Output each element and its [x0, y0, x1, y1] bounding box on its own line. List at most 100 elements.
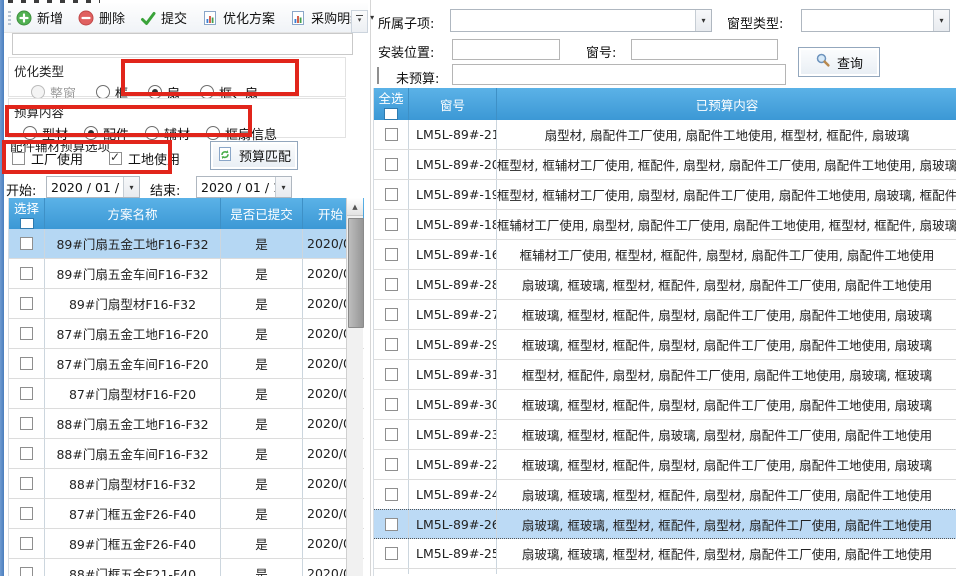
scrollbar-thumb[interactable]	[348, 218, 364, 328]
chevron-down-icon[interactable]: ▾	[275, 177, 291, 197]
start-date-picker[interactable]: 2020 / 01 / 1 ▾	[46, 176, 140, 198]
chevron-down-icon[interactable]: ▾	[123, 177, 139, 197]
row-checkbox[interactable]	[20, 507, 33, 520]
plan-table-row[interactable]: 88#门扇型材F16-F32 是 2020/0	[9, 469, 364, 499]
budget-table-row[interactable]: LM5L-89#-28F26 扇玻璃, 框玻璃, 框型材, 框配件, 扇型材, …	[374, 270, 956, 300]
query-button[interactable]: 查询	[798, 47, 880, 77]
plan-table-header: 选择 方案名称 是否已提交 开始	[9, 198, 364, 229]
radio-icon	[145, 126, 159, 140]
row-checkbox[interactable]	[20, 327, 33, 340]
plan-filter-input[interactable]	[12, 33, 353, 55]
budget-table-row[interactable]: LM5L-89#-18F16 框辅材工厂使用, 扇型材, 扇配件工厂使用, 扇配…	[374, 210, 956, 240]
plan-table-row[interactable]: 89#门扇型材F16-F32 是 2020/0	[9, 289, 364, 319]
row-checkbox[interactable]	[385, 128, 398, 141]
install-position-input[interactable]	[452, 39, 560, 60]
window-type-select[interactable]: ▾	[801, 9, 950, 32]
budget-table-row[interactable]: LM5L-89#-30F28 框玻璃, 框型材, 框配件, 扇型材, 扇配件工厂…	[374, 390, 956, 420]
row-checkbox[interactable]	[385, 458, 398, 471]
plan-table-row[interactable]: 89#门框五金F26-F40 是 2020/0	[9, 529, 364, 559]
row-checkbox[interactable]	[385, 488, 398, 501]
radio-option[interactable]: 辅材	[145, 124, 190, 143]
delete-button[interactable]: 删除	[78, 8, 125, 27]
window-no-cell: LM5L-89#-19F17	[409, 180, 497, 209]
no-budget-checkbox[interactable]	[377, 67, 379, 84]
toolbar-grip[interactable]	[8, 11, 11, 27]
row-checkbox[interactable]	[20, 537, 33, 550]
sub-item-select[interactable]: ▾	[450, 9, 712, 32]
window-no-cell: LM5L-89#-18F16	[409, 210, 497, 239]
budget-table-row[interactable]: LM5L-89#-31F29 框型材, 框配件, 扇型材, 扇配件工厂使用, 扇…	[374, 360, 956, 390]
plan-table-row[interactable]: 89#门扇五金车间F16-F32 是 2020/0	[9, 259, 364, 289]
chevron-down-icon[interactable]: ▾	[695, 10, 711, 31]
window-no-input[interactable]	[631, 39, 778, 60]
radio-option[interactable]: 框扇信息	[206, 124, 277, 143]
optimize-type-group: 优化类型 整窗 框 扇 框、扇	[8, 57, 346, 97]
budget-table-row[interactable]: LM5L-89#-21F19 扇型材, 扇配件工厂使用, 扇配件工地使用, 框型…	[374, 120, 956, 150]
budget-table-row[interactable]: LM5L-89#-27F25 框玻璃, 框型材, 框配件, 扇型材, 扇配件工厂…	[374, 300, 956, 330]
chevron-down-icon[interactable]: ▾	[933, 10, 949, 31]
budgeted-content-cell: 框玻璃, 框型材, 框配件, 扇型材, 扇配件工厂使用, 扇配件工地使用, 扇玻…	[497, 450, 956, 479]
budget-table-row[interactable]: LM5L-89#-26F24 扇玻璃, 框玻璃, 框型材, 框配件, 扇型材, …	[374, 509, 956, 539]
plan-table-row[interactable]: 87#门框五金F26-F40 是 2020/0	[9, 499, 364, 529]
submit-button[interactable]: 提交	[140, 8, 187, 27]
budget-table-row[interactable]: LM5L-89#-23F21 框玻璃, 框型材, 框配件, 扇玻璃, 扇型材, …	[374, 420, 956, 450]
row-checkbox[interactable]	[385, 547, 398, 560]
plan-table-row[interactable]: 88#门框五金F21-F40 是 2020/0	[9, 559, 364, 576]
row-checkbox[interactable]	[385, 308, 398, 321]
row-checkbox[interactable]	[20, 417, 33, 430]
window-no-cell: LM5L-89#-29F27	[409, 330, 497, 359]
budget-match-button[interactable]: 预算匹配	[210, 141, 298, 170]
submitted-cell: 是	[221, 349, 303, 378]
row-checkbox[interactable]	[20, 357, 33, 370]
budgeted-content-column-header[interactable]: 已预算内容	[497, 88, 956, 120]
plan-table-row[interactable]: 89#门扇五金工地F16-F32 是 2020/0	[9, 229, 364, 259]
add-button[interactable]: 新增	[16, 8, 63, 27]
row-checkbox[interactable]	[20, 567, 33, 576]
chevron-down-icon[interactable]: ▾	[370, 13, 374, 22]
row-checkbox[interactable]	[385, 278, 398, 291]
budget-table-row[interactable]: LM5L-89#-24F22 扇玻璃, 框玻璃, 框型材, 框配件, 扇型材, …	[374, 480, 956, 510]
select-all-column-header: 全选	[374, 88, 409, 120]
row-checkbox[interactable]	[20, 477, 33, 490]
plan-table-row[interactable]: 88#门扇五金车间F16-F32 是 2020/0	[9, 439, 364, 469]
row-checkbox[interactable]	[385, 248, 398, 261]
select-all-checkbox[interactable]	[384, 108, 398, 120]
select-all-checkbox[interactable]	[20, 218, 34, 229]
checkbox-option[interactable]: 工厂使用	[12, 149, 83, 168]
toolbar-overflow-button[interactable]: ▾	[351, 10, 368, 33]
row-checkbox[interactable]	[385, 158, 398, 171]
row-checkbox[interactable]	[20, 237, 33, 250]
plan-table-row[interactable]: 87#门扇型材F16-F20 是 2020/0	[9, 379, 364, 409]
no-budget-input[interactable]	[452, 64, 786, 85]
plan-table-row[interactable]: 87#门扇五金工地F16-F20 是 2020/0	[9, 319, 364, 349]
row-checkbox[interactable]	[385, 428, 398, 441]
row-checkbox[interactable]	[385, 518, 398, 531]
budget-table-row[interactable]: LM5L-89#-16F15 框辅材工厂使用, 框型材, 框配件, 扇型材, 扇…	[374, 240, 956, 270]
budget-table-row[interactable]: LM5L-89#-19F17 框型材, 框辅材工厂使用, 扇型材, 扇配件工厂使…	[374, 180, 956, 210]
row-checkbox[interactable]	[385, 338, 398, 351]
plan-table-scrollbar[interactable]: ▲	[346, 198, 363, 576]
sub-item-label: 所属子项:	[378, 13, 434, 32]
row-checkbox[interactable]	[20, 447, 33, 460]
checkbox-option[interactable]: 工地使用	[109, 149, 180, 168]
row-checkbox[interactable]	[385, 218, 398, 231]
budget-table-body: LM5L-89#-21F19 扇型材, 扇配件工厂使用, 扇配件工地使用, 框型…	[374, 120, 956, 569]
scroll-up-icon[interactable]: ▲	[347, 198, 363, 216]
row-checkbox[interactable]	[385, 188, 398, 201]
plan-table-row[interactable]: 87#门扇五金车间F16-F20 是 2020/0	[9, 349, 364, 379]
row-checkbox[interactable]	[385, 368, 398, 381]
submitted-column-header[interactable]: 是否已提交	[221, 198, 303, 229]
budget-table-row[interactable]: LM5L-89#-22F20 框玻璃, 框型材, 框配件, 扇型材, 扇配件工厂…	[374, 450, 956, 480]
row-checkbox[interactable]	[20, 387, 33, 400]
plan-name-column-header[interactable]: 方案名称	[45, 198, 221, 229]
row-checkbox[interactable]	[20, 297, 33, 310]
window-no-column-header[interactable]: 窗号	[409, 88, 497, 120]
row-checkbox[interactable]	[20, 267, 33, 280]
budget-table-row[interactable]: LM5L-89#-25F23 扇玻璃, 框玻璃, 框型材, 框配件, 扇型材, …	[374, 539, 956, 569]
row-checkbox[interactable]	[385, 398, 398, 411]
budget-table-row[interactable]: LM5L-89#-29F27 框玻璃, 框型材, 框配件, 扇型材, 扇配件工厂…	[374, 330, 956, 360]
optimize-plan-button[interactable]: 优化方案	[202, 8, 275, 27]
end-date-picker[interactable]: 2020 / 01 / 13 ▾	[196, 176, 292, 198]
plan-table-row[interactable]: 88#门扇五金工地F16-F32 是 2020/0	[9, 409, 364, 439]
budget-table-row[interactable]: LM5L-89#-20F18 框型材, 框辅材工厂使用, 框配件, 扇型材, 扇…	[374, 150, 956, 180]
